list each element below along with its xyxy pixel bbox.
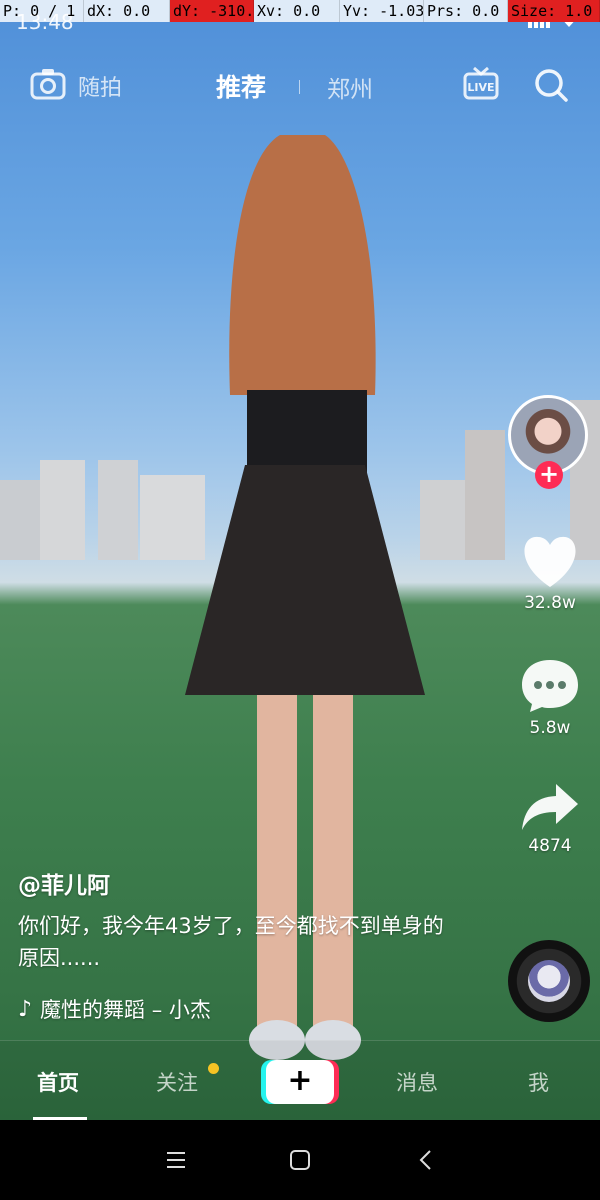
heart-icon[interactable] xyxy=(510,535,590,589)
tab-follow[interactable]: 关注 xyxy=(156,1067,198,1097)
share-count: 4874 xyxy=(528,836,572,856)
follow-notification-dot xyxy=(208,1063,219,1074)
svg-text:LIVE: LIVE xyxy=(467,81,494,94)
share-button[interactable]: 4874 xyxy=(510,782,590,856)
search-icon[interactable] xyxy=(532,66,570,104)
debug-prs: Prs: 0.0 xyxy=(424,0,508,22)
music-info[interactable]: ♪ 魔性的舞蹈 – 小杰 xyxy=(18,994,211,1024)
camera-icon[interactable] xyxy=(30,68,66,100)
like-count: 32.8w xyxy=(524,593,576,613)
post-caption: 你们好，我今年43岁了，至今都找不到单身的原因...... xyxy=(18,914,444,970)
tab-recommend[interactable]: 推荐 xyxy=(216,68,266,104)
comment-icon[interactable] xyxy=(510,658,590,714)
menu-icon[interactable] xyxy=(164,1148,188,1172)
follow-plus-button[interactable]: + xyxy=(535,461,563,489)
tab-city[interactable]: 郑州 xyxy=(327,70,373,104)
tab-home[interactable]: 首页 xyxy=(37,1067,79,1097)
debug-pointer: P: 0 / 1 xyxy=(0,0,84,22)
touch-debug-overlay: P: 0 / 1 dX: 0.0 dY: -310.0 Xv: 0.0 Yv: … xyxy=(0,0,600,22)
top-nav: 随拍 推荐 郑州 LIVE xyxy=(0,60,600,112)
debug-dy: dY: -310.0 xyxy=(170,0,254,22)
music-disc-button[interactable] xyxy=(508,940,590,1022)
nav-divider xyxy=(299,80,300,94)
home-icon[interactable] xyxy=(288,1148,312,1172)
debug-size: Size: 1.0 xyxy=(508,0,600,22)
like-button[interactable]: 32.8w xyxy=(510,535,590,613)
create-post-button[interactable]: + xyxy=(261,1060,339,1104)
live-tv-icon[interactable]: LIVE xyxy=(462,64,500,102)
tab-messages[interactable]: 消息 xyxy=(396,1067,438,1097)
author-name[interactable]: @菲儿阿 xyxy=(18,866,110,900)
comment-button[interactable]: 5.8w xyxy=(510,658,590,738)
tab-me[interactable]: 我 xyxy=(528,1067,549,1097)
system-nav-bar xyxy=(0,1120,600,1200)
music-title[interactable]: 魔性的舞蹈 – 小杰 xyxy=(40,994,211,1024)
debug-xv: Xv: 0.0 xyxy=(254,0,340,22)
bottom-tab-bar: 首页 关注 + 消息 我 xyxy=(0,1040,600,1120)
share-arrow-icon[interactable] xyxy=(510,782,590,832)
debug-yv: Yv: -1.032 xyxy=(340,0,424,22)
music-note-icon: ♪ xyxy=(18,996,33,1022)
comment-count: 5.8w xyxy=(529,718,571,738)
author-avatar-button[interactable]: + xyxy=(508,395,590,489)
debug-dx: dX: 0.0 xyxy=(84,0,170,22)
plus-icon[interactable]: + xyxy=(266,1060,334,1104)
back-icon[interactable] xyxy=(414,1148,438,1172)
music-cover xyxy=(528,960,570,1002)
tab-shoot[interactable]: 随拍 xyxy=(78,70,122,102)
